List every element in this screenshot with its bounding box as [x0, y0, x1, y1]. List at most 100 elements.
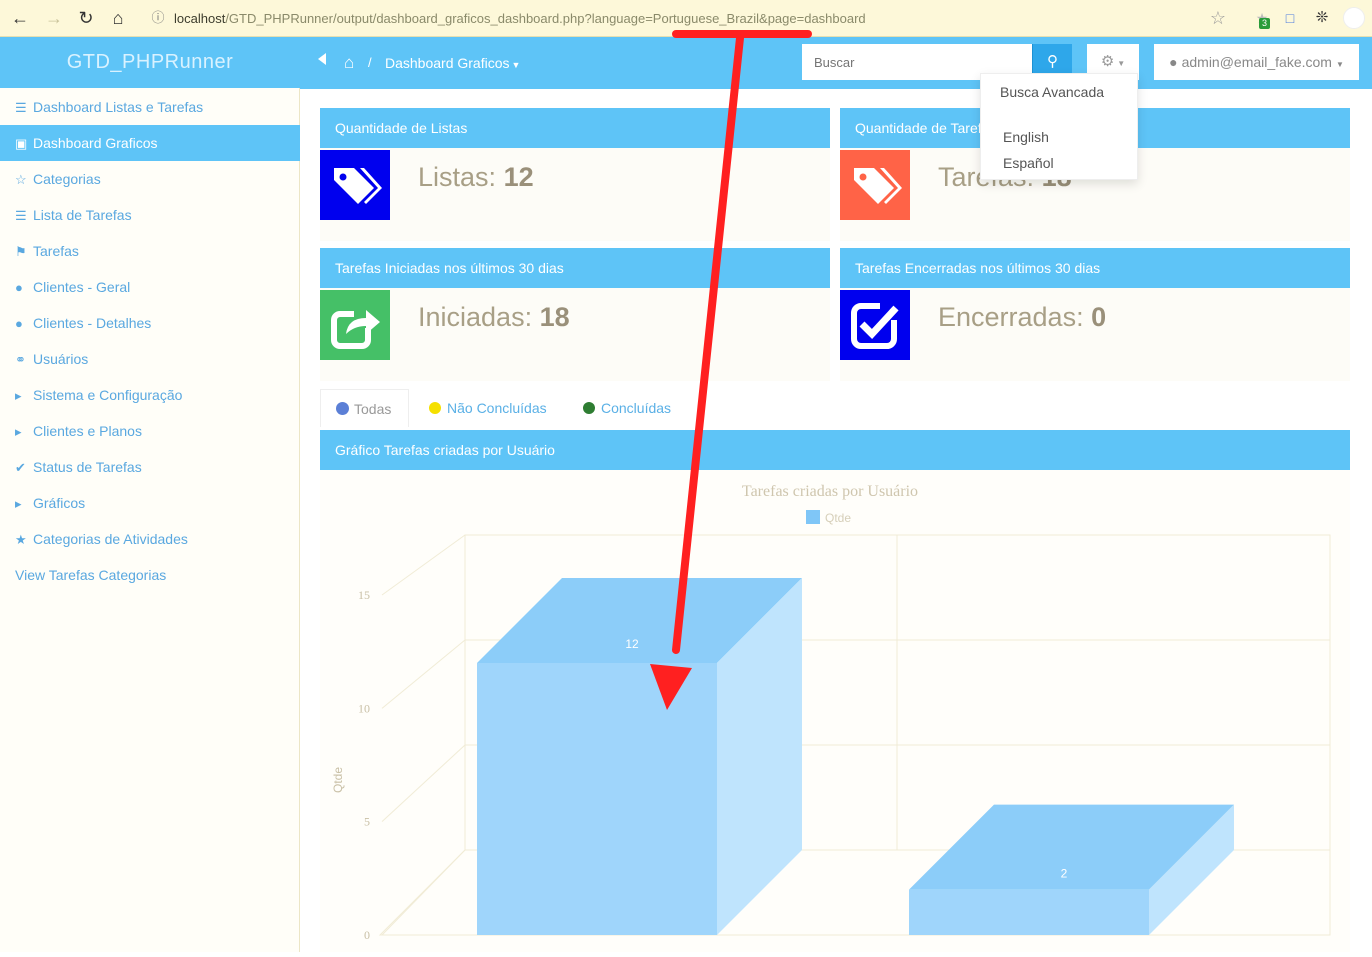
address-bar[interactable]: localhost/GTD_PHPRunner/output/dashboard…: [174, 11, 866, 26]
chart-section-title: Gráfico Tarefas criadas por Usuário: [320, 430, 1350, 470]
star-icon: ★: [15, 532, 27, 547]
legend-label: Qtde: [825, 511, 851, 525]
y-tick-label: 10: [358, 701, 370, 715]
panel-iniciadas: Tarefas Iniciadas nos últimos 30 dias In…: [320, 248, 830, 381]
sidebar-item-label: Usuários: [33, 351, 89, 367]
tab-label: Não Concluídas: [447, 400, 547, 416]
search-icon: ⚲: [1047, 53, 1058, 70]
y-tick-label: 15: [358, 588, 370, 602]
tags-icon: [840, 150, 910, 220]
caret-right-icon: ▸: [15, 388, 22, 403]
sidebar-item[interactable]: ☰ Lista de Tarefas: [0, 197, 300, 233]
reload-icon[interactable]: ↻: [74, 6, 98, 30]
url-path: /GTD_PHPRunner/output/dashboard_graficos…: [225, 11, 866, 26]
stat-encerradas: Encerradas: 0: [938, 302, 1106, 333]
sidebar-item[interactable]: ⚭ Usuários: [0, 341, 300, 377]
user-menu-button[interactable]: ● admin@email_fake.com ▼: [1154, 44, 1359, 80]
stat-listas: Listas: 12: [418, 162, 534, 193]
y-tick-label: 0: [364, 928, 370, 942]
sidebar-item[interactable]: ★ Categorias de Atividades: [0, 521, 300, 557]
stat-value: 12: [503, 162, 534, 192]
chart-grid-line: [381, 639, 466, 709]
menu-item-busca-avancada[interactable]: Busca Avancada: [1000, 84, 1104, 100]
breadcrumb-current[interactable]: Dashboard Graficos ▼: [385, 55, 520, 71]
tab-concluidas[interactable]: Concluídas: [583, 389, 671, 427]
chart-container: 0 5 10 15 Tarefas criadas por Usuário Qtde Qtd…: [320, 470, 1350, 952]
tags-icon: ⚑: [15, 244, 27, 259]
stat-value: 0: [1091, 302, 1107, 332]
sidebar-item[interactable]: ● Clientes - Detalhes: [0, 305, 300, 341]
user-email: admin@email_fake.com: [1181, 54, 1332, 70]
sidebar-item-label: Gráficos: [33, 495, 86, 511]
settings-dropdown: Busca Avancada English Español: [980, 73, 1138, 180]
info-icon: [336, 402, 349, 415]
caret-right-icon: ▸: [15, 496, 22, 511]
extension-icon[interactable]: ★ 3: [1250, 6, 1274, 30]
sidebar-item-label: Categorias de Atividades: [33, 531, 188, 547]
bar-front: [909, 889, 1149, 935]
collapse-sidebar-icon[interactable]: [318, 53, 326, 65]
sidebar-item[interactable]: ▣ Dashboard Graficos: [0, 125, 300, 161]
panel-title: Tarefas Encerradas nos últimos 30 dias: [840, 248, 1350, 288]
list-icon: ☰: [15, 100, 27, 115]
panel-title: Tarefas Iniciadas nos últimos 30 dias: [320, 248, 830, 288]
sidebar-item-label: Dashboard Graficos: [33, 135, 158, 151]
forward-icon[interactable]: →: [42, 6, 66, 30]
sidebar-item-label: Clientes - Detalhes: [33, 315, 152, 331]
sidebar-item[interactable]: ☰ Dashboard Listas e Tarefas: [0, 89, 300, 125]
sidebar-item[interactable]: ⚑ Tarefas: [0, 233, 300, 269]
puzzle-icon[interactable]: ❊: [1310, 6, 1334, 30]
sidebar-item-label: Sistema e Configuração: [33, 387, 183, 403]
tab-label: Concluídas: [601, 400, 672, 416]
menu-item-english[interactable]: English: [1003, 129, 1049, 145]
check-icon: ✔: [15, 460, 26, 475]
tab-todas[interactable]: Todas: [320, 389, 409, 427]
stat-label: Listas:: [418, 162, 497, 192]
user-icon: ●: [1169, 54, 1178, 70]
bookmark-star-icon[interactable]: ☆: [1206, 6, 1230, 30]
profile-avatar[interactable]: [1343, 7, 1365, 29]
caret-right-icon: ▸: [15, 424, 22, 439]
caret-down-icon: ▼: [1335, 60, 1344, 69]
sidebar-item[interactable]: ▸ Clientes e Planos: [0, 413, 300, 449]
panel-encerradas: Tarefas Encerradas nos últimos 30 dias E…: [840, 248, 1350, 381]
tab-label: Todas: [354, 401, 392, 417]
stat-label: Iniciadas:: [418, 302, 533, 332]
home-breadcrumb-icon[interactable]: ⌂: [344, 53, 354, 73]
list-icon: ☰: [15, 208, 27, 223]
sidebar-item[interactable]: ● Clientes - Geral: [0, 269, 300, 305]
user-icon: ●: [15, 280, 23, 295]
legend-swatch: [806, 510, 820, 524]
menu-item-espanol[interactable]: Español: [1003, 155, 1054, 171]
chart-grid-line: [381, 534, 466, 596]
back-icon[interactable]: ←: [8, 6, 32, 30]
glasses-icon: ⚭: [15, 352, 26, 367]
y-tick-label: 5: [364, 815, 370, 829]
tab-nao-concluidas[interactable]: Não Concluídas: [429, 389, 547, 427]
home-icon[interactable]: ⌂: [106, 6, 130, 30]
sidebar-item[interactable]: ▸ Gráficos: [0, 485, 300, 521]
url-host: localhost: [174, 11, 226, 26]
caret-down-icon: ▼: [1117, 59, 1126, 68]
sidebar-item[interactable]: View Tarefas Categorias: [0, 557, 300, 593]
top-navbar: ⌂ / Dashboard Graficos▼ ⚲ ⚙▼ ●admin@emai…: [300, 37, 1372, 89]
translate-icon[interactable]: □: [1278, 6, 1302, 30]
stat-label: Encerradas:: [938, 302, 1084, 332]
green-dot-icon: [583, 402, 595, 414]
stat-value: 18: [539, 302, 570, 332]
browser-toolbar: ← → ↻ ⌂ ⓘ localhost/GTD_PHPRunner/output…: [0, 0, 1372, 37]
sidebar-item-label: View Tarefas Categorias: [15, 567, 167, 583]
breadcrumb-current-label: Dashboard Graficos: [385, 55, 510, 71]
panel-title: Quantidade de Listas: [320, 108, 830, 148]
brand-logo[interactable]: GTD_PHPRunner: [0, 37, 300, 88]
sidebar-item-label: Clientes - Geral: [33, 279, 131, 295]
sidebar-item[interactable]: ✔ Status de Tarefas: [0, 449, 300, 485]
sidebar-item[interactable]: ☆ Categorias: [0, 161, 300, 197]
sidebar-item-label: Status de Tarefas: [33, 459, 142, 475]
y-axis-label: Qtde: [331, 767, 345, 793]
sidebar-item[interactable]: ▸ Sistema e Configuração: [0, 377, 300, 413]
caret-down-icon: ▼: [511, 60, 521, 70]
sidebar-item-label: Dashboard Listas e Tarefas: [33, 99, 204, 115]
chart-grid-line: [381, 744, 466, 823]
yellow-dot-icon: [429, 402, 441, 414]
